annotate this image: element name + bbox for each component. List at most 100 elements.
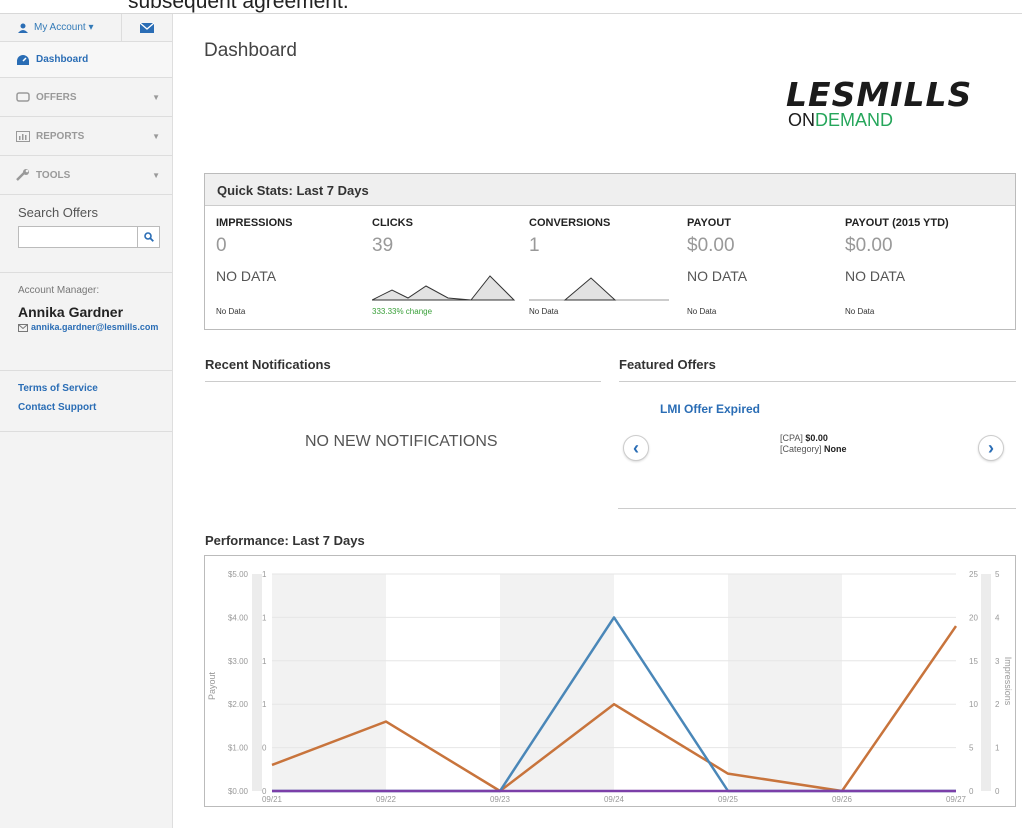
x-tick-label: 09/21 — [262, 795, 283, 804]
conversions-tick-label: 0 — [262, 744, 267, 753]
sidebar-item-offers[interactable]: OFFERS ▼ — [0, 78, 172, 117]
sidebar-item-dashboard[interactable]: Dashboard — [0, 42, 172, 78]
chart-band — [500, 574, 614, 791]
x-tick-label: 09/25 — [718, 795, 739, 804]
clicks-tick-label: 10 — [969, 700, 978, 709]
account-bar: My Account ▾ — [0, 14, 172, 42]
messages-button[interactable] — [122, 14, 172, 41]
envelope-outline-icon — [18, 324, 28, 332]
sidebar-item-label: TOOLS — [36, 169, 71, 181]
clicks-tick-label: 20 — [969, 613, 978, 622]
search-icon — [143, 232, 154, 242]
stat-value: $0.00 — [687, 235, 735, 256]
next-offer-button[interactable]: › — [978, 435, 1004, 461]
category-value: None — [824, 444, 847, 454]
top-banner: subsequent agreement. — [0, 0, 1022, 14]
x-tick-label: 09/22 — [376, 795, 397, 804]
terms-of-service-link[interactable]: Terms of Service — [18, 383, 172, 394]
impressions-tick-label: 4 — [995, 613, 1000, 622]
chevron-down-icon: ▼ — [152, 170, 160, 180]
performance-chart-panel: $0.00 0 0 0 $1.00 0 5 1 $2.00 1 10 2 $3.00 1 15 3 $4.00 1… — [204, 555, 1016, 807]
x-tick-label: 09/24 — [604, 795, 625, 804]
stat-clicks: CLICKS 39 333.33% change — [372, 217, 522, 316]
clicks-tick-label: 5 — [969, 744, 974, 753]
sidebar-item-reports[interactable]: REPORTS ▼ — [0, 117, 172, 156]
x-tick-label: 09/27 — [946, 795, 967, 804]
account-manager-label: Account Manager: — [18, 285, 100, 296]
chevron-left-icon: ‹ — [633, 437, 639, 458]
impressions-tick-label: 3 — [995, 657, 1000, 666]
clicks-tick-label: 15 — [969, 657, 978, 666]
impressions-axis-label: Impressions — [1003, 657, 1013, 706]
stat-value: 1 — [529, 235, 540, 256]
no-notifications-text: NO NEW NOTIFICATIONS — [305, 433, 498, 450]
x-tick-label: 09/23 — [490, 795, 511, 804]
payout-tick-label: $1.00 — [228, 744, 249, 753]
conversions-tick-label: 1 — [262, 700, 267, 709]
reports-icon — [16, 130, 30, 142]
sidebar: My Account ▾ Dashboard OFFERS ▼ REPORTS … — [0, 14, 173, 828]
clicks-tick-label: 25 — [969, 570, 978, 579]
stat-footnote: 333.33% change — [372, 307, 433, 316]
stat-header: CLICKS — [372, 217, 413, 229]
conversions-sparkline — [529, 277, 669, 301]
sidebar-item-label: Dashboard — [36, 54, 89, 65]
chevron-right-icon: › — [988, 437, 994, 458]
featured-offer-details: [CPA] $0.00 [Category] None — [780, 433, 847, 455]
sidebar-item-tools[interactable]: TOOLS ▼ — [0, 156, 172, 195]
x-tick-label: 09/26 — [832, 795, 853, 804]
logo-demand: DEMAND — [815, 110, 894, 130]
stat-footnote: No Data — [216, 307, 246, 316]
wrench-icon — [16, 169, 29, 181]
chevron-down-icon: ▼ — [152, 92, 160, 102]
logo-on: ON — [788, 110, 815, 130]
clicks-tick-label: 0 — [969, 787, 974, 796]
lesmills-logo: LESMILLS ONDEMAND — [786, 78, 972, 129]
manager-email-link[interactable]: annika.gardner@lesmills.com — [18, 322, 168, 332]
conversions-tick-label: 1 — [262, 570, 267, 579]
right-axis-strip — [981, 574, 991, 791]
banner-text: subsequent agreement. — [128, 0, 349, 13]
search-input[interactable] — [18, 226, 138, 248]
recent-notifications-title: Recent Notifications — [205, 357, 601, 382]
stat-value: $0.00 — [845, 235, 893, 256]
stat-impressions: IMPRESSIONS 0 NO DATA No Data — [216, 217, 366, 316]
featured-divider — [618, 508, 1016, 509]
stat-header: PAYOUT — [687, 217, 732, 229]
payout-tick-label: $4.00 — [228, 613, 249, 622]
account-manager-name: Annika Gardner — [18, 304, 124, 320]
sidebar-item-label: OFFERS — [36, 91, 77, 103]
stat-header: CONVERSIONS — [529, 217, 611, 229]
payout-tick-label: $0.00 — [228, 787, 249, 796]
stat-footnote: No Data — [529, 307, 559, 316]
prev-offer-button[interactable]: ‹ — [623, 435, 649, 461]
stat-footnote: No Data — [687, 307, 717, 316]
offers-icon — [16, 92, 30, 102]
performance-title: Performance: Last 7 Days — [205, 533, 365, 548]
payout-tick-label: $3.00 — [228, 657, 249, 666]
stat-subtext: NO DATA — [687, 268, 748, 284]
stat-value: 0 — [216, 235, 227, 256]
stat-subtext: NO DATA — [216, 268, 277, 284]
chevron-down-icon: ▼ — [152, 131, 160, 141]
payout-axis-label: Payout — [207, 671, 217, 700]
stat-conversions: CONVERSIONS 1 No Data — [529, 217, 679, 316]
stat-header: IMPRESSIONS — [216, 217, 293, 229]
stat-footnote: No Data — [845, 307, 875, 316]
manager-email-text: annika.gardner@lesmills.com — [31, 322, 159, 332]
dashboard-icon — [17, 54, 29, 65]
clicks-sparkline — [372, 275, 516, 301]
payout-tick-label: $2.00 — [228, 700, 249, 709]
logo-line1: LESMILLS — [786, 75, 973, 114]
my-account-dropdown[interactable]: My Account ▾ — [0, 14, 122, 41]
search-button[interactable] — [138, 226, 160, 248]
featured-offer-link[interactable]: LMI Offer Expired — [660, 402, 760, 416]
stat-header: PAYOUT (2015 YTD) — [845, 217, 949, 229]
stat-payout: PAYOUT $0.00 NO DATA No Data — [687, 217, 837, 316]
sidebar-item-label: REPORTS — [36, 130, 85, 142]
stat-value: 39 — [372, 235, 394, 256]
quick-stats-title: Quick Stats: Last 7 Days — [205, 174, 1015, 206]
conversions-tick-label: 1 — [262, 613, 267, 622]
cpa-value: $0.00 — [805, 433, 828, 443]
contact-support-link[interactable]: Contact Support — [18, 402, 172, 413]
